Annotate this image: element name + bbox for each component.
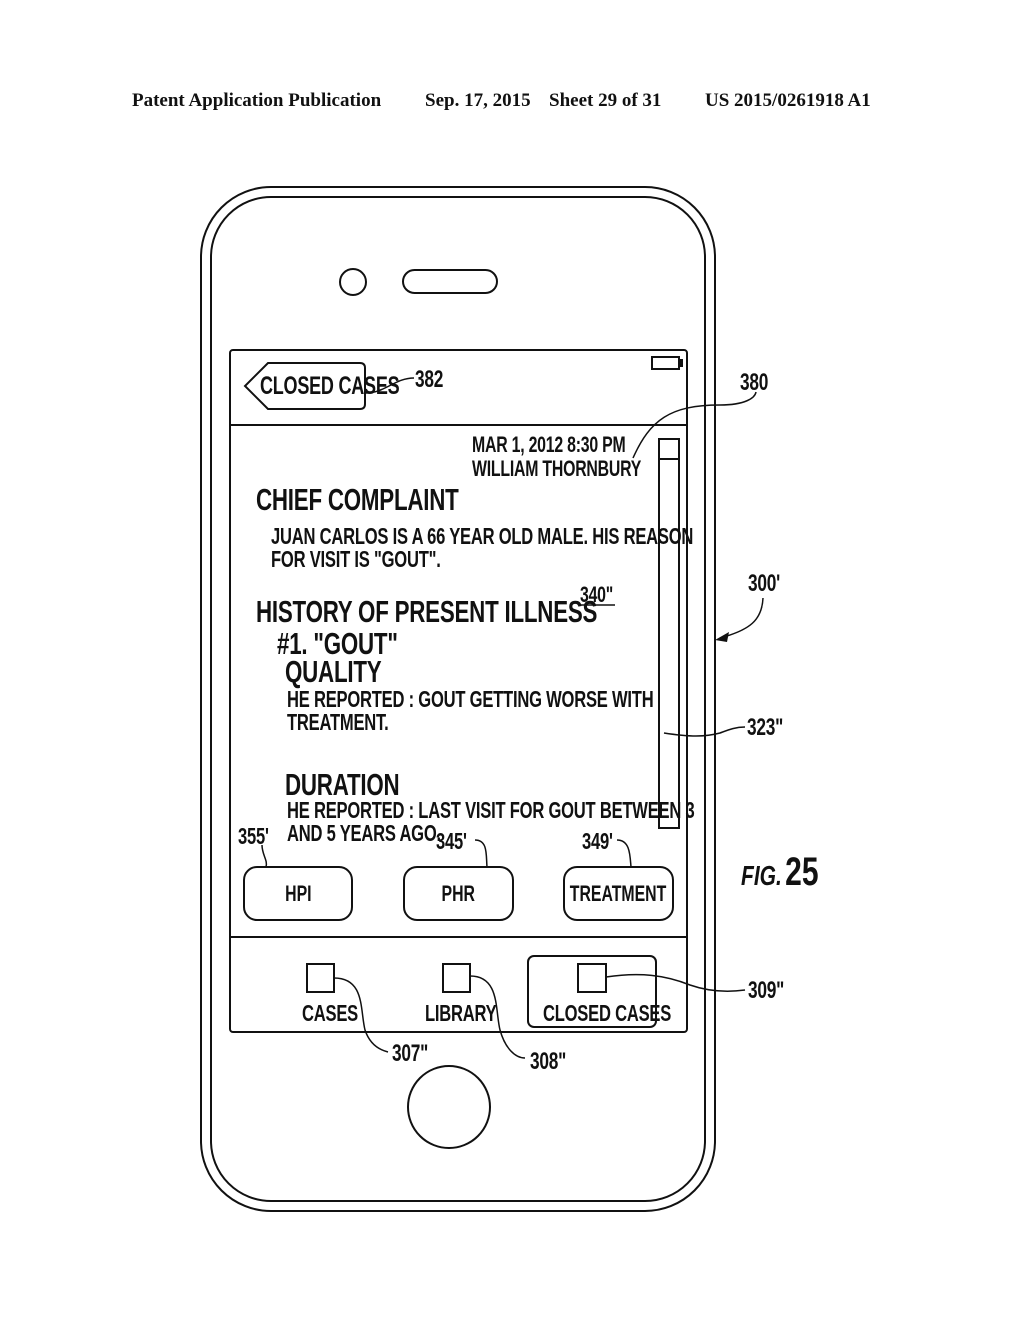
battery-icon xyxy=(651,356,680,370)
chief-complaint-text-line2: FOR VISIT IS "GOUT". xyxy=(271,546,441,572)
leader-349 xyxy=(616,839,632,868)
scrollbar[interactable] xyxy=(659,439,679,828)
physician-name: WILLIAM THORNBURY xyxy=(472,456,642,481)
ref-300: 300' xyxy=(748,570,781,597)
ref-308: 308" xyxy=(530,1048,567,1075)
arrowhead-300 xyxy=(715,632,729,642)
ref-349: 349' xyxy=(582,828,613,854)
ref-309: 309" xyxy=(748,977,785,1004)
treatment-button[interactable]: TREATMENT xyxy=(563,866,674,921)
phr-button[interactable]: PHR xyxy=(403,866,514,921)
device-drawing xyxy=(200,186,764,1212)
hpi-button[interactable]: HPI xyxy=(243,866,353,921)
leader-300-arrow xyxy=(719,597,764,639)
treatment-button-label: TREATMENT xyxy=(570,880,667,906)
hpi-heading: HISTORY OF PRESENT ILLNESS xyxy=(256,594,598,629)
figure-label-number: 25 xyxy=(785,850,819,894)
home-button xyxy=(407,1065,491,1149)
ref-307: 307" xyxy=(392,1040,429,1067)
quality-heading: QUALITY xyxy=(285,654,382,689)
ref-382: 382 xyxy=(415,366,444,393)
camera-icon xyxy=(339,268,367,296)
tab-cases-label: CASES xyxy=(302,1000,358,1026)
ref-380: 380 xyxy=(740,369,769,396)
quality-text-line2: TREATMENT. xyxy=(287,709,389,735)
phr-button-label: PHR xyxy=(441,880,476,906)
speaker-icon xyxy=(402,269,498,294)
ref-355: 355' xyxy=(238,823,269,849)
figure-label: FIG. 25 xyxy=(741,850,819,895)
ref-345: 345' xyxy=(436,828,467,854)
case-timestamp: MAR 1, 2012 8:30 PM xyxy=(472,432,626,457)
hpi-button-label: HPI xyxy=(284,880,312,906)
tab-closed-cases-label: CLOSED CASES xyxy=(543,1000,672,1026)
chief-complaint-heading: CHIEF COMPLAINT xyxy=(256,482,459,517)
duration-text-line2: AND 5 YEARS AGO. xyxy=(287,820,441,846)
leader-345 xyxy=(474,839,488,868)
ref-323: 323" xyxy=(747,714,784,741)
tab-library-label: LIBRARY xyxy=(425,1000,497,1026)
ref-340: 340" xyxy=(580,582,614,607)
back-button-closed-cases[interactable]: CLOSED CASES xyxy=(260,372,400,401)
figure-label-prefix: FIG. xyxy=(741,860,782,891)
